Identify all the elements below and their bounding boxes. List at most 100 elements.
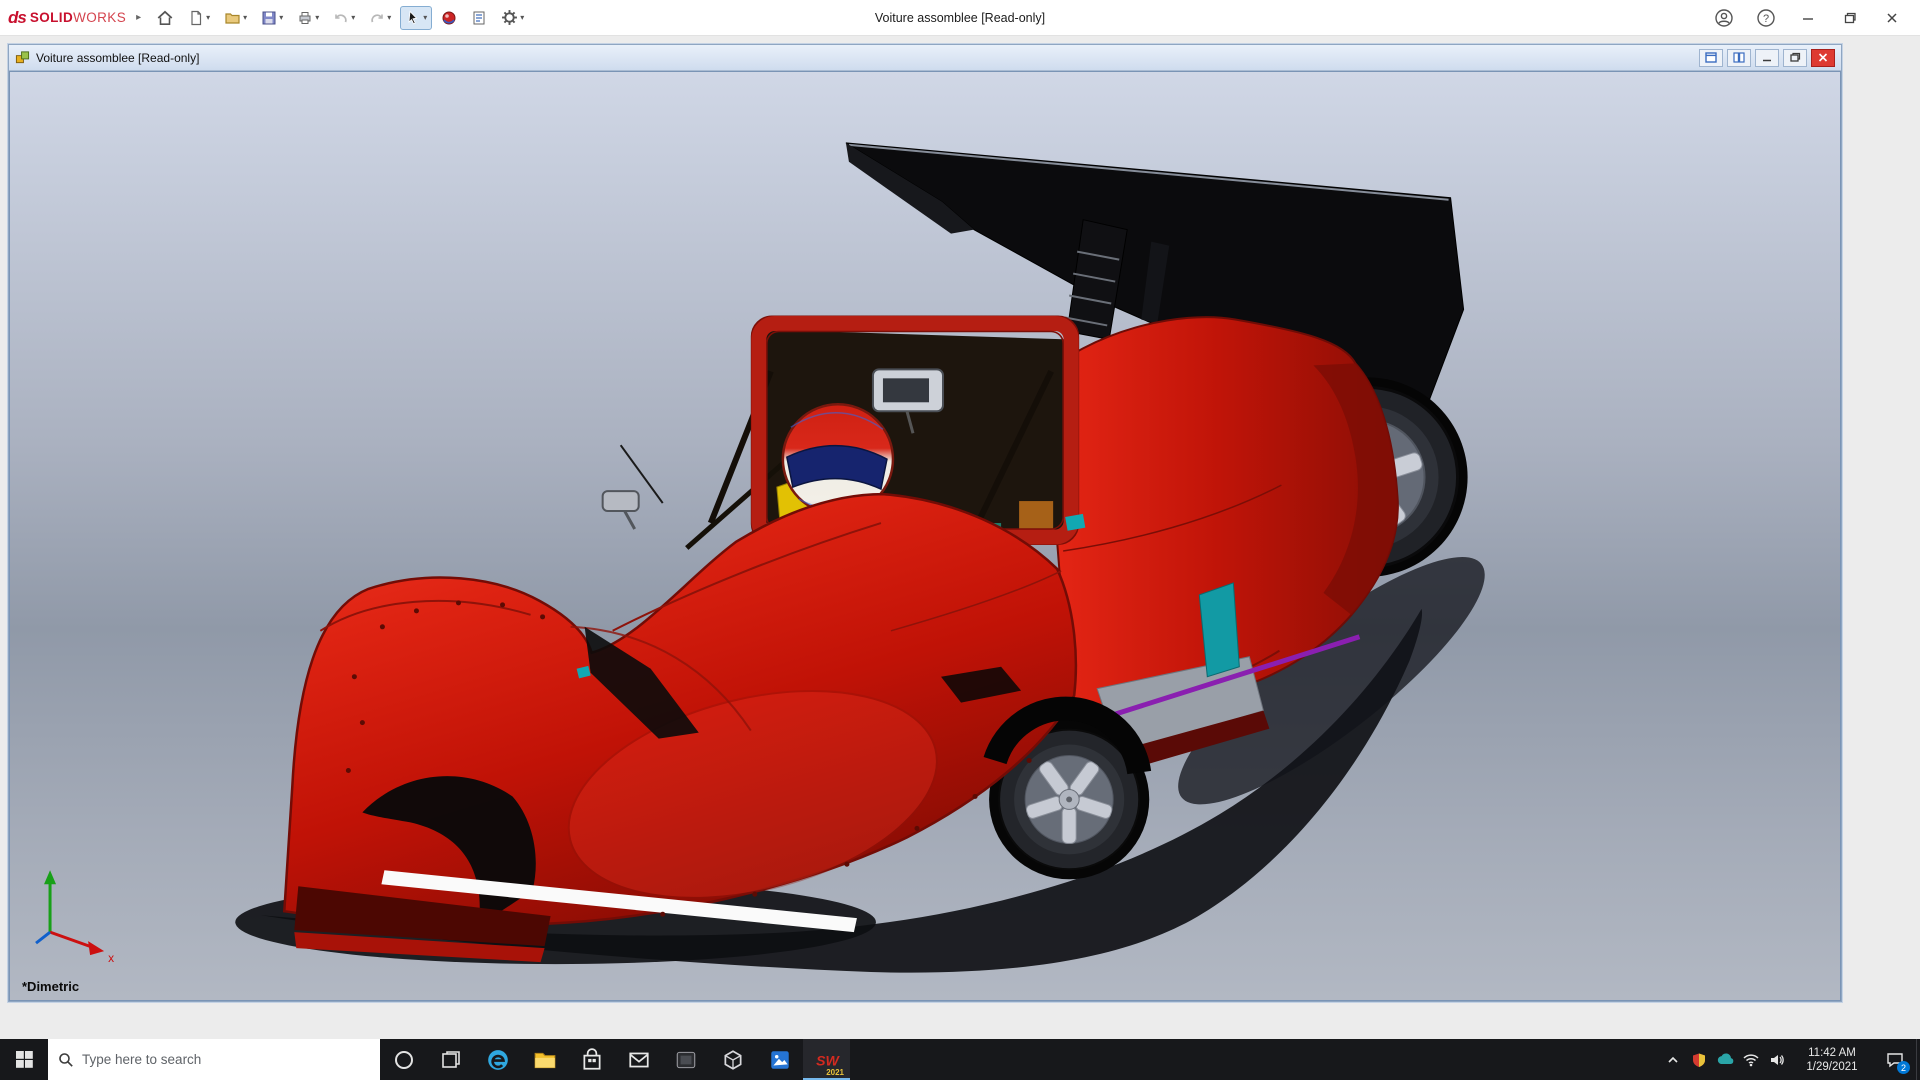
notification-badge: 2 [1897, 1061, 1910, 1074]
view-orientation-label: *Dimetric [22, 979, 79, 994]
doc-tile-window-button[interactable] [1727, 49, 1751, 67]
select-tool-button[interactable]: ▾ [400, 6, 432, 30]
start-button[interactable] [0, 1039, 48, 1080]
home-button[interactable] [151, 5, 179, 31]
taskbar-app-mail[interactable] [615, 1039, 662, 1080]
network-tray-icon[interactable] [1738, 1039, 1764, 1080]
document-properties-button[interactable] [466, 6, 492, 30]
save-button[interactable]: ▾ [256, 6, 288, 30]
dropdown-caret-icon[interactable]: ▾ [520, 14, 524, 22]
dropdown-caret-icon[interactable]: ▾ [423, 14, 427, 22]
dropdown-caret-icon[interactable]: ▾ [315, 14, 319, 22]
doc-close-icon [1817, 52, 1829, 63]
ds-logo-icon: ds [8, 8, 26, 28]
dropdown-caret-icon[interactable]: ▾ [279, 14, 283, 22]
task-view-button[interactable] [427, 1039, 474, 1080]
minimize-button[interactable] [1788, 1, 1828, 35]
search-placeholder-text: Type here to search [82, 1052, 201, 1067]
dropdown-caret-icon[interactable]: ▾ [206, 14, 210, 22]
home-icon [156, 9, 174, 27]
speaker-icon [1769, 1053, 1785, 1067]
quick-toolbar: ▾ ▾ ▾ ▾ ▾ ▾ ▾ [151, 5, 529, 31]
doc-restore-icon [1789, 52, 1801, 63]
hidden-icons-chevron[interactable] [1660, 1039, 1686, 1080]
doc-minimize-button[interactable] [1755, 49, 1779, 67]
model-scene[interactable]: x [10, 72, 1840, 1000]
edge-icon [486, 1048, 510, 1072]
brand-name: SOLIDWORKS [30, 10, 126, 25]
appearances-sphere-icon [441, 10, 457, 26]
redo-icon [369, 10, 385, 26]
open-folder-icon [224, 10, 241, 26]
print-button[interactable]: ▾ [292, 6, 324, 30]
doc-restore-button[interactable] [1783, 49, 1807, 67]
appearances-button[interactable] [436, 6, 462, 30]
graphics-viewport[interactable]: x *Dimetric [9, 71, 1841, 1001]
solidworks-logo: ds SOLIDWORKS ▸ [8, 8, 141, 28]
dropdown-caret-icon[interactable]: ▾ [351, 14, 355, 22]
task-view-icon [440, 1049, 462, 1071]
restore-button[interactable] [1830, 1, 1870, 35]
new-window-icon [1705, 52, 1717, 63]
options-button[interactable]: ▾ [496, 5, 529, 30]
taskbar-app-solidworks[interactable]: SW 2021 [803, 1039, 850, 1080]
svg-text:SW: SW [816, 1052, 840, 1068]
dropdown-caret-icon[interactable]: ▾ [387, 14, 391, 22]
tile-window-icon [1733, 52, 1745, 63]
action-center-button[interactable]: 2 [1874, 1039, 1916, 1080]
taskbar-app-store[interactable] [568, 1039, 615, 1080]
file-explorer-icon [533, 1048, 557, 1072]
doc-new-window-button[interactable] [1699, 49, 1723, 67]
redo-button[interactable]: ▾ [364, 6, 396, 30]
open-button[interactable]: ▾ [219, 6, 252, 30]
taskbar-app-photos[interactable] [756, 1039, 803, 1080]
help-icon: ? [1756, 8, 1776, 28]
taskbar-app-edge[interactable] [474, 1039, 521, 1080]
help-button[interactable]: ? [1746, 1, 1786, 35]
thumbnail-icon [674, 1048, 698, 1072]
menu-expand-arrow-icon[interactable]: ▸ [136, 12, 141, 23]
doc-close-button[interactable] [1811, 49, 1835, 67]
close-button[interactable] [1872, 1, 1912, 35]
save-icon [261, 10, 277, 26]
print-icon [297, 10, 313, 26]
new-document-button[interactable]: ▾ [183, 6, 215, 30]
shield-icon [1691, 1052, 1707, 1068]
solidworks-year-badge: 2021 [826, 1068, 844, 1077]
document-properties-icon [471, 10, 487, 26]
dropdown-caret-icon[interactable]: ▾ [243, 14, 247, 22]
undo-button[interactable]: ▾ [328, 6, 360, 30]
select-cursor-icon [405, 10, 421, 26]
cortana-icon [393, 1049, 415, 1071]
security-tray-icon[interactable] [1686, 1039, 1712, 1080]
document-window-controls [1699, 49, 1835, 67]
new-document-icon [188, 10, 204, 26]
cloud-icon [1716, 1053, 1734, 1067]
restore-icon [1843, 11, 1857, 25]
app-window-title: Voiture assomblee [Read-only] [875, 11, 1045, 25]
taskbar-app-3d-viewer[interactable] [709, 1039, 756, 1080]
assembly-document-icon [15, 50, 30, 65]
volume-tray-icon[interactable] [1764, 1039, 1790, 1080]
minimize-icon [1801, 11, 1815, 25]
windows-logo-icon [16, 1051, 33, 1068]
taskbar-app-thumbnail[interactable] [662, 1039, 709, 1080]
account-button[interactable] [1704, 1, 1744, 35]
onedrive-tray-icon[interactable] [1712, 1039, 1738, 1080]
undo-icon [333, 10, 349, 26]
search-icon [58, 1052, 74, 1068]
taskbar-search[interactable]: Type here to search [48, 1039, 380, 1080]
wifi-icon [1743, 1053, 1759, 1067]
cortana-button[interactable] [380, 1039, 427, 1080]
mail-icon [627, 1048, 651, 1072]
show-desktop-button[interactable] [1916, 1039, 1920, 1080]
taskbar-clock[interactable]: 11:42 AM 1/29/2021 [1790, 1046, 1874, 1074]
close-icon [1885, 11, 1899, 25]
desktop-screen: ds SOLIDWORKS ▸ ▾ ▾ ▾ ▾ [0, 0, 1920, 1080]
document-titlebar[interactable]: Voiture assomblee [Read-only] [9, 45, 1841, 71]
taskbar-app-file-explorer[interactable] [521, 1039, 568, 1080]
taskbar: Type here to search SW 20 [0, 1039, 1920, 1080]
system-tray: 11:42 AM 1/29/2021 2 [1660, 1039, 1920, 1080]
window-controls: ? [1704, 1, 1912, 35]
store-icon [580, 1048, 604, 1072]
